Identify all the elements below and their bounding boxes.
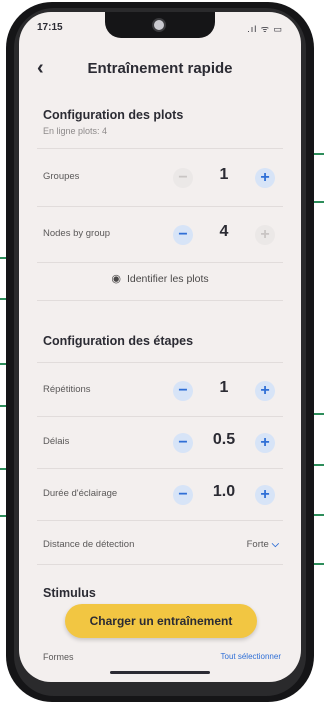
page-title: Entraînement rapide: [87, 60, 233, 77]
delais-decrement-button[interactable]: −: [173, 433, 193, 453]
divider: [37, 262, 283, 263]
eye-icon: ◉: [111, 273, 121, 285]
delais-row: Délais − 0.5 +: [19, 416, 301, 470]
delais-stepper: − 0.5 +: [169, 429, 279, 457]
identify-label: Identifier les plots: [126, 273, 209, 285]
nodes-decrement-button[interactable]: −: [173, 225, 193, 245]
status-icons: .ıl ᯤ ▭: [247, 24, 283, 34]
duree-decrement-button[interactable]: −: [173, 485, 193, 505]
plots-section-title: Configuration des plots: [43, 108, 184, 122]
groupes-value: 1: [219, 166, 229, 183]
divider: [37, 206, 283, 207]
detection-value: Forte: [246, 539, 269, 550]
groupes-row: Groupes − 1 +: [19, 151, 301, 205]
detection-label: Distance de détection: [43, 539, 135, 550]
header: ‹ Entraînement rapide: [19, 56, 301, 86]
duree-value: 1.0: [212, 483, 236, 500]
repetitions-label: Répétitions: [43, 384, 91, 395]
delais-label: Délais: [43, 436, 70, 447]
divider: [37, 520, 283, 521]
nodes-increment-button[interactable]: +: [255, 225, 275, 245]
divider: [37, 148, 283, 149]
chevron-down-icon: ⌵: [271, 539, 279, 550]
camera-icon: [152, 18, 166, 32]
notch: [105, 12, 215, 38]
groupes-label: Groupes: [43, 171, 80, 182]
steps-section-title: Configuration des étapes: [43, 334, 194, 348]
nodes-stepper: − 4 +: [169, 221, 279, 249]
formes-label: Formes: [43, 652, 74, 662]
identify-plots-button[interactable]: ◉ Identifier les plots: [19, 272, 301, 285]
divider: [37, 564, 283, 565]
nodes-row: Nodes by group − 4 +: [19, 208, 301, 262]
home-indicator: [110, 671, 210, 674]
load-training-button[interactable]: Charger un entraînement: [65, 604, 257, 638]
repetitions-row: Répétitions − 1 +: [19, 364, 301, 418]
repetitions-stepper: − 1 +: [169, 377, 279, 405]
duree-row: Durée d'éclairage − 1.0 +: [19, 468, 301, 522]
delais-increment-button[interactable]: +: [255, 433, 275, 453]
repetitions-increment-button[interactable]: +: [255, 381, 275, 401]
nodes-value: 4: [219, 223, 229, 240]
detection-row[interactable]: Distance de détection Forte ⌵: [19, 522, 301, 576]
select-all-link[interactable]: Tout sélectionner: [221, 652, 281, 661]
duree-stepper: − 1.0 +: [169, 481, 279, 509]
divider: [37, 362, 283, 363]
detection-select[interactable]: Forte ⌵: [247, 539, 279, 550]
delais-value: 0.5: [212, 431, 236, 448]
groupes-decrement-button[interactable]: −: [173, 168, 193, 188]
status-time: 17:15: [37, 22, 63, 33]
duree-increment-button[interactable]: +: [255, 485, 275, 505]
duree-label: Durée d'éclairage: [43, 488, 118, 499]
nodes-label: Nodes by group: [43, 228, 111, 239]
divider: [37, 300, 283, 301]
plots-section-subtitle: En ligne plots: 4: [43, 126, 108, 136]
groupes-increment-button[interactable]: +: [255, 168, 275, 188]
stimulus-section-title: Stimulus: [43, 586, 96, 600]
groupes-stepper: − 1 +: [169, 164, 279, 192]
repetitions-decrement-button[interactable]: −: [173, 381, 193, 401]
repetitions-value: 1: [219, 379, 229, 396]
app-screen: 17:15 .ıl ᯤ ▭ ‹ Entraînement rapide Conf…: [19, 12, 301, 682]
